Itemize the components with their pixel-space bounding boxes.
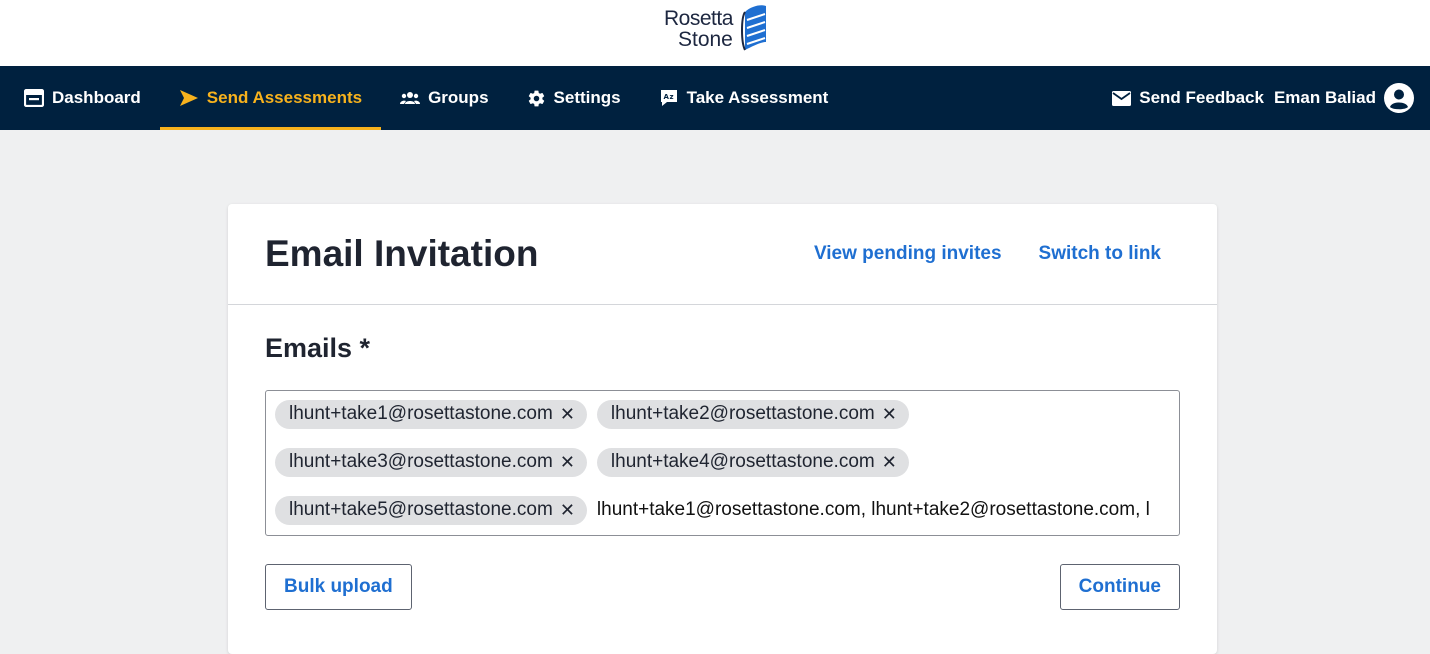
nav-send-assessments-label: Send Assessments <box>206 88 363 107</box>
logo-text-line2: Stone <box>677 28 733 51</box>
email-text-entry[interactable]: lhunt+take1@rosettastone.com, lhunt+take… <box>597 499 1150 521</box>
nav-dashboard-label: Dashboard <box>52 88 141 107</box>
nav-take-assessment-label: Take Assessment <box>686 88 829 107</box>
nav-dashboard[interactable]: Dashboard <box>0 66 160 130</box>
gear-icon <box>528 90 544 106</box>
email-chip-label: lhunt+take3@rosettastone.com <box>289 451 553 472</box>
remove-chip-icon[interactable]: ✕ <box>560 500 575 521</box>
view-pending-invites-link[interactable]: View pending invites <box>814 243 1002 265</box>
translate-chat-icon: A z <box>660 90 677 106</box>
switch-to-link-link[interactable]: Switch to link <box>1039 243 1161 265</box>
send-feedback-link[interactable]: Send Feedback <box>1102 66 1274 130</box>
remove-chip-icon[interactable]: ✕ <box>882 452 897 473</box>
svg-text:z: z <box>669 93 673 101</box>
remove-chip-icon[interactable]: ✕ <box>560 452 575 473</box>
card-header: Email Invitation View pending invites Sw… <box>228 204 1217 305</box>
email-chip: lhunt+take2@rosettastone.com ✕ <box>596 399 909 429</box>
email-chip-label: lhunt+take2@rosettastone.com <box>610 403 875 424</box>
dashboard-icon <box>24 89 44 107</box>
rosetta-stone-logo-icon <box>740 5 766 51</box>
remove-chip-icon[interactable]: ✕ <box>560 404 575 425</box>
email-chip: lhunt+take5@rosettastone.com ✕ <box>275 495 587 525</box>
email-chip: lhunt+take1@rosettastone.com ✕ <box>275 399 587 429</box>
logo-text-line1: Rosetta <box>664 7 733 30</box>
nav-groups-label: Groups <box>428 88 489 107</box>
user-menu[interactable]: Eman Baliad <box>1274 83 1430 113</box>
send-icon <box>179 90 198 106</box>
email-chip-label: lhunt+take1@rosettastone.com <box>289 403 553 424</box>
continue-button[interactable]: Continue <box>1059 564 1180 610</box>
groups-icon <box>400 92 421 104</box>
user-avatar-icon <box>1384 83 1414 113</box>
emails-field-label: Emails * <box>265 333 371 363</box>
top-header: Rosetta Stone <box>0 0 1430 66</box>
main-navigation: Dashboard Send Assessments Groups Settin… <box>0 66 1430 130</box>
nav-settings[interactable]: Settings <box>508 66 640 130</box>
send-feedback-label: Send Feedback <box>1139 88 1264 107</box>
email-chip-label: lhunt+take4@rosettastone.com <box>610 451 875 472</box>
emails-input[interactable]: lhunt+take1@rosettastone.com ✕ lhunt+tak… <box>265 390 1180 536</box>
nav-settings-label: Settings <box>553 88 621 107</box>
rosetta-stone-logo[interactable]: Rosetta Stone <box>664 4 769 56</box>
email-chip-label: lhunt+take5@rosettastone.com <box>289 499 553 520</box>
bulk-upload-button[interactable]: Bulk upload <box>265 564 412 610</box>
remove-chip-icon[interactable]: ✕ <box>882 404 897 425</box>
email-chip: lhunt+take4@rosettastone.com ✕ <box>596 447 909 477</box>
nav-send-assessments[interactable]: Send Assessments <box>159 66 382 130</box>
page-title: Email Invitation <box>265 233 539 274</box>
email-chip: lhunt+take3@rosettastone.com ✕ <box>275 447 587 477</box>
envelope-icon <box>1112 90 1132 106</box>
nav-take-assessment[interactable]: A z Take Assessment <box>640 66 848 130</box>
nav-groups[interactable]: Groups <box>381 66 507 130</box>
email-invitation-card: Email Invitation View pending invites Sw… <box>228 204 1217 654</box>
user-name: Eman Baliad <box>1273 88 1376 107</box>
